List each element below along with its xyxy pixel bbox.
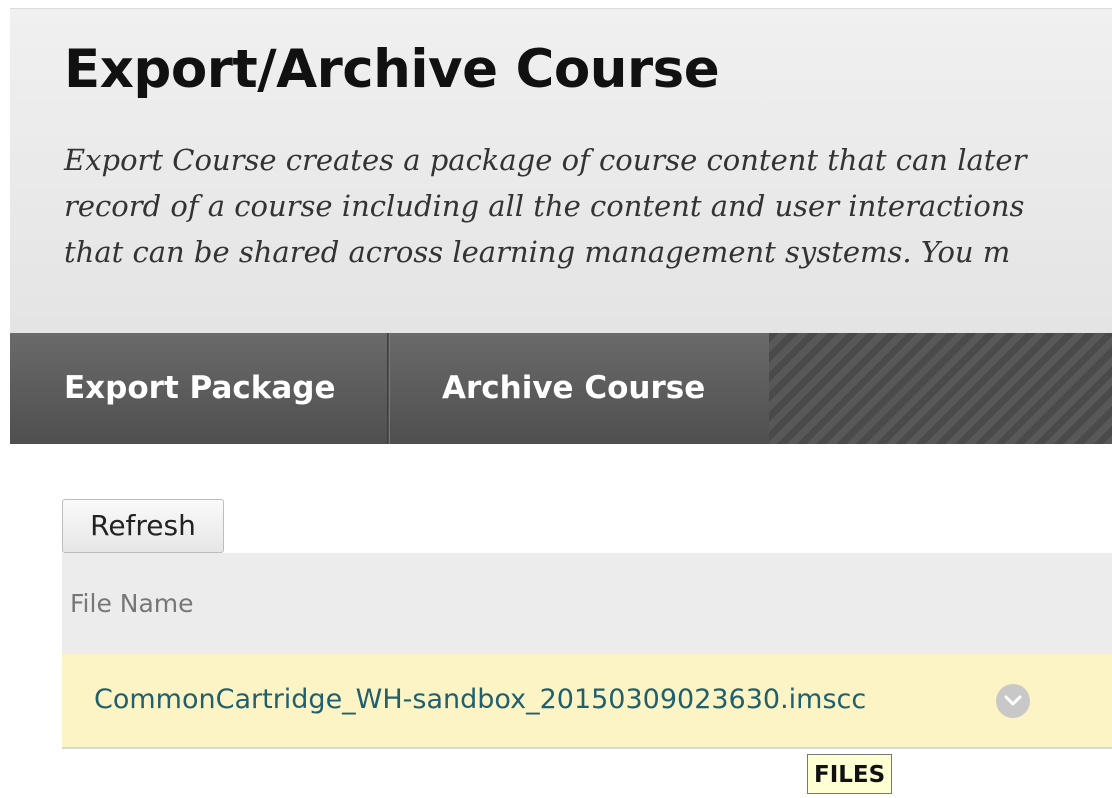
page-description-line: that can be shared across learning manag… xyxy=(64,235,1011,269)
page-title: Export/Archive Course xyxy=(64,39,720,100)
file-name-link[interactable]: CommonCartridge_WH-sandbox_2015030902363… xyxy=(94,654,866,746)
chevron-down-icon-glyph xyxy=(1004,695,1022,706)
refresh-button[interactable]: Refresh xyxy=(62,499,224,553)
table-row: CommonCartridge_WH-sandbox_2015030902363… xyxy=(62,654,1112,749)
table-header: File Name xyxy=(62,553,1112,654)
page: Export/Archive Course Export Course crea… xyxy=(0,0,1112,798)
tab-bar: Export Package Archive Course xyxy=(10,333,1112,444)
tab-export-package[interactable]: Export Package xyxy=(10,333,388,444)
tooltip: FILES xyxy=(807,754,893,794)
page-description: Export Course creates a package of cours… xyxy=(64,137,1112,275)
tab-archive-course[interactable]: Archive Course xyxy=(389,333,769,444)
chevron-down-icon[interactable] xyxy=(996,684,1030,718)
page-description-line: Export Course creates a package of cours… xyxy=(64,143,1027,177)
page-description-line: record of a course including all the con… xyxy=(64,189,1025,223)
column-header-file-name[interactable]: File Name xyxy=(70,553,194,654)
tab-bar-background-stripes xyxy=(769,333,1112,444)
page-header: Export/Archive Course Export Course crea… xyxy=(10,8,1112,334)
